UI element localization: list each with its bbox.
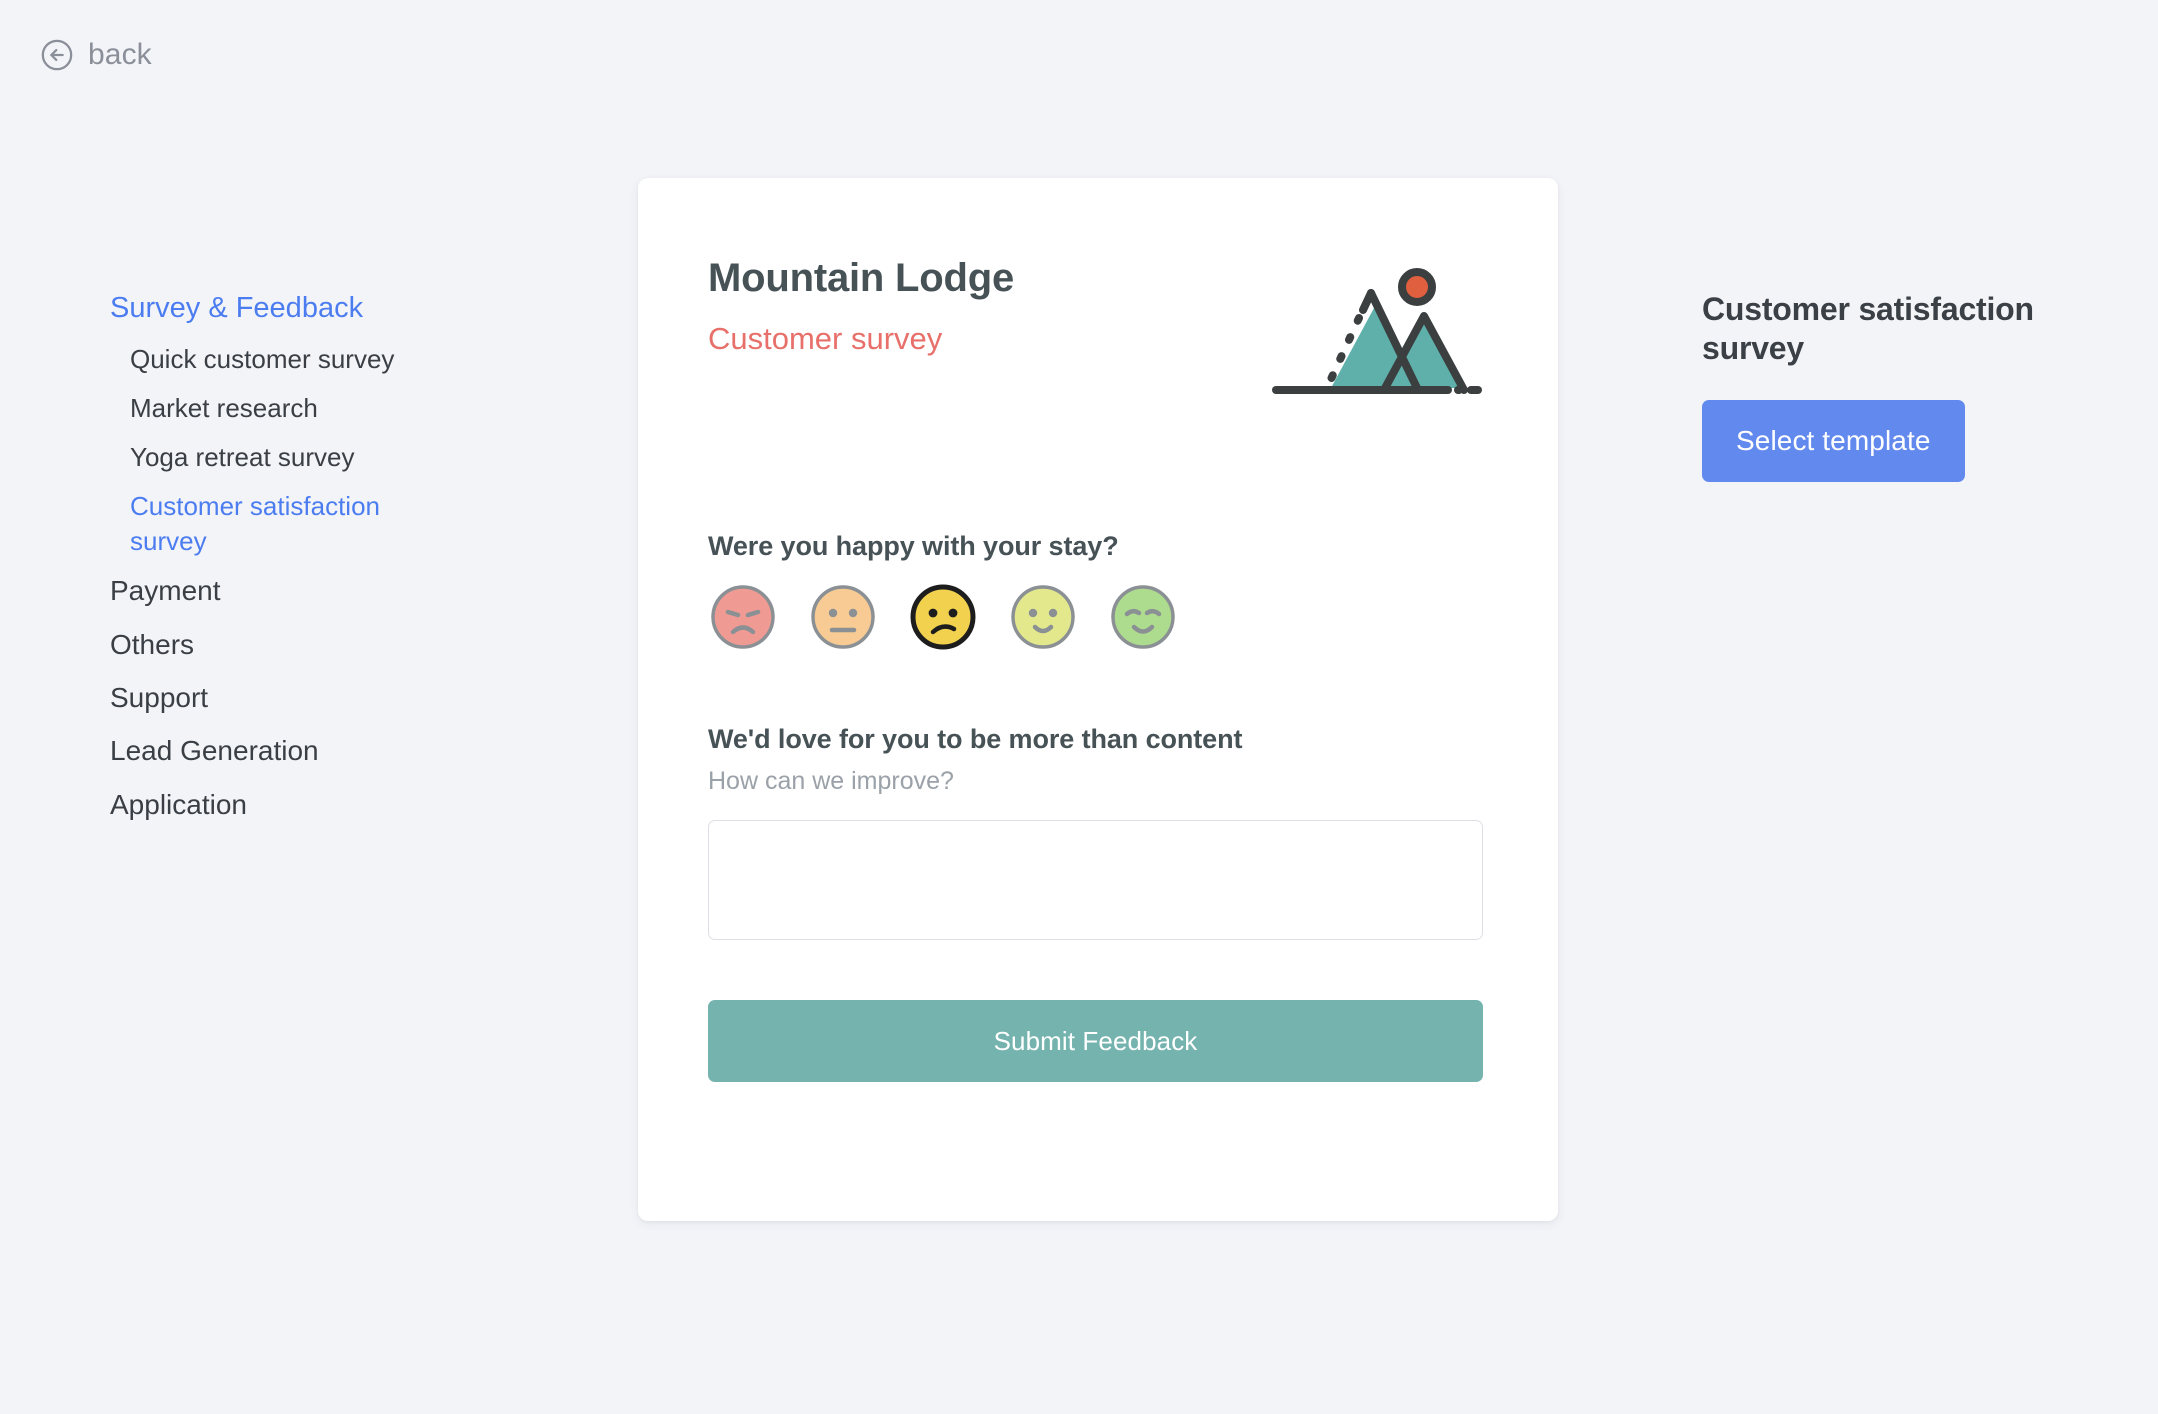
template-info-panel: Customer satisfaction survey Select temp…: [1702, 290, 2062, 483]
smile-face-icon[interactable]: [1008, 582, 1078, 652]
select-template-button[interactable]: Select template: [1702, 400, 1965, 483]
brand-title: Mountain Lodge: [708, 256, 1015, 300]
question-one-label: Were you happy with your stay?: [708, 531, 1119, 561]
question-two-label: We'd love for you to be more than conten…: [708, 724, 1243, 754]
sidebar-item-quick-customer-survey[interactable]: Quick customer survey: [110, 342, 530, 377]
sidebar-item-customer-satisfaction-survey[interactable]: Customer satisfaction survey: [110, 489, 440, 559]
sidebar-item-application[interactable]: Application: [110, 787, 530, 823]
brand-block: Mountain Lodge Customer survey: [708, 256, 1014, 356]
back-button[interactable]: back: [40, 38, 152, 72]
sidebar-item-others[interactable]: Others: [110, 627, 530, 663]
sidebar-group-survey-feedback[interactable]: Survey & Feedback: [110, 290, 530, 328]
back-label: back: [88, 38, 152, 71]
happy-face-icon[interactable]: [1108, 582, 1178, 652]
feedback-textarea[interactable]: [708, 820, 1483, 940]
sidebar-nav: Survey & Feedback Quick customer survey …: [110, 290, 530, 840]
satisfaction-rating-group: [708, 582, 1488, 652]
survey-preview-card: Mountain Lodge Customer survey Were you …: [638, 178, 1558, 1221]
sidebar-item-payment[interactable]: Payment: [110, 573, 530, 609]
neutral-face-icon[interactable]: [808, 582, 878, 652]
sidebar-item-support[interactable]: Support: [110, 680, 530, 716]
card-header: Mountain Lodge Customer survey: [708, 256, 1488, 415]
mountain-sun-logo-icon: [1266, 256, 1488, 415]
angry-face-icon[interactable]: [708, 582, 778, 652]
sidebar-item-yoga-retreat-survey[interactable]: Yoga retreat survey: [110, 440, 530, 475]
brand-subtitle: Customer survey: [708, 321, 943, 356]
sidebar-item-market-research[interactable]: Market research: [110, 391, 530, 426]
sidebar-item-lead-generation[interactable]: Lead Generation: [110, 733, 530, 769]
question-two-sublabel: How can we improve?: [708, 767, 954, 795]
panel-title: Customer satisfaction survey: [1702, 291, 2034, 367]
arrow-left-circle-icon: [40, 38, 74, 72]
sad-face-icon[interactable]: [908, 582, 978, 652]
submit-feedback-button[interactable]: Submit Feedback: [708, 1000, 1483, 1082]
